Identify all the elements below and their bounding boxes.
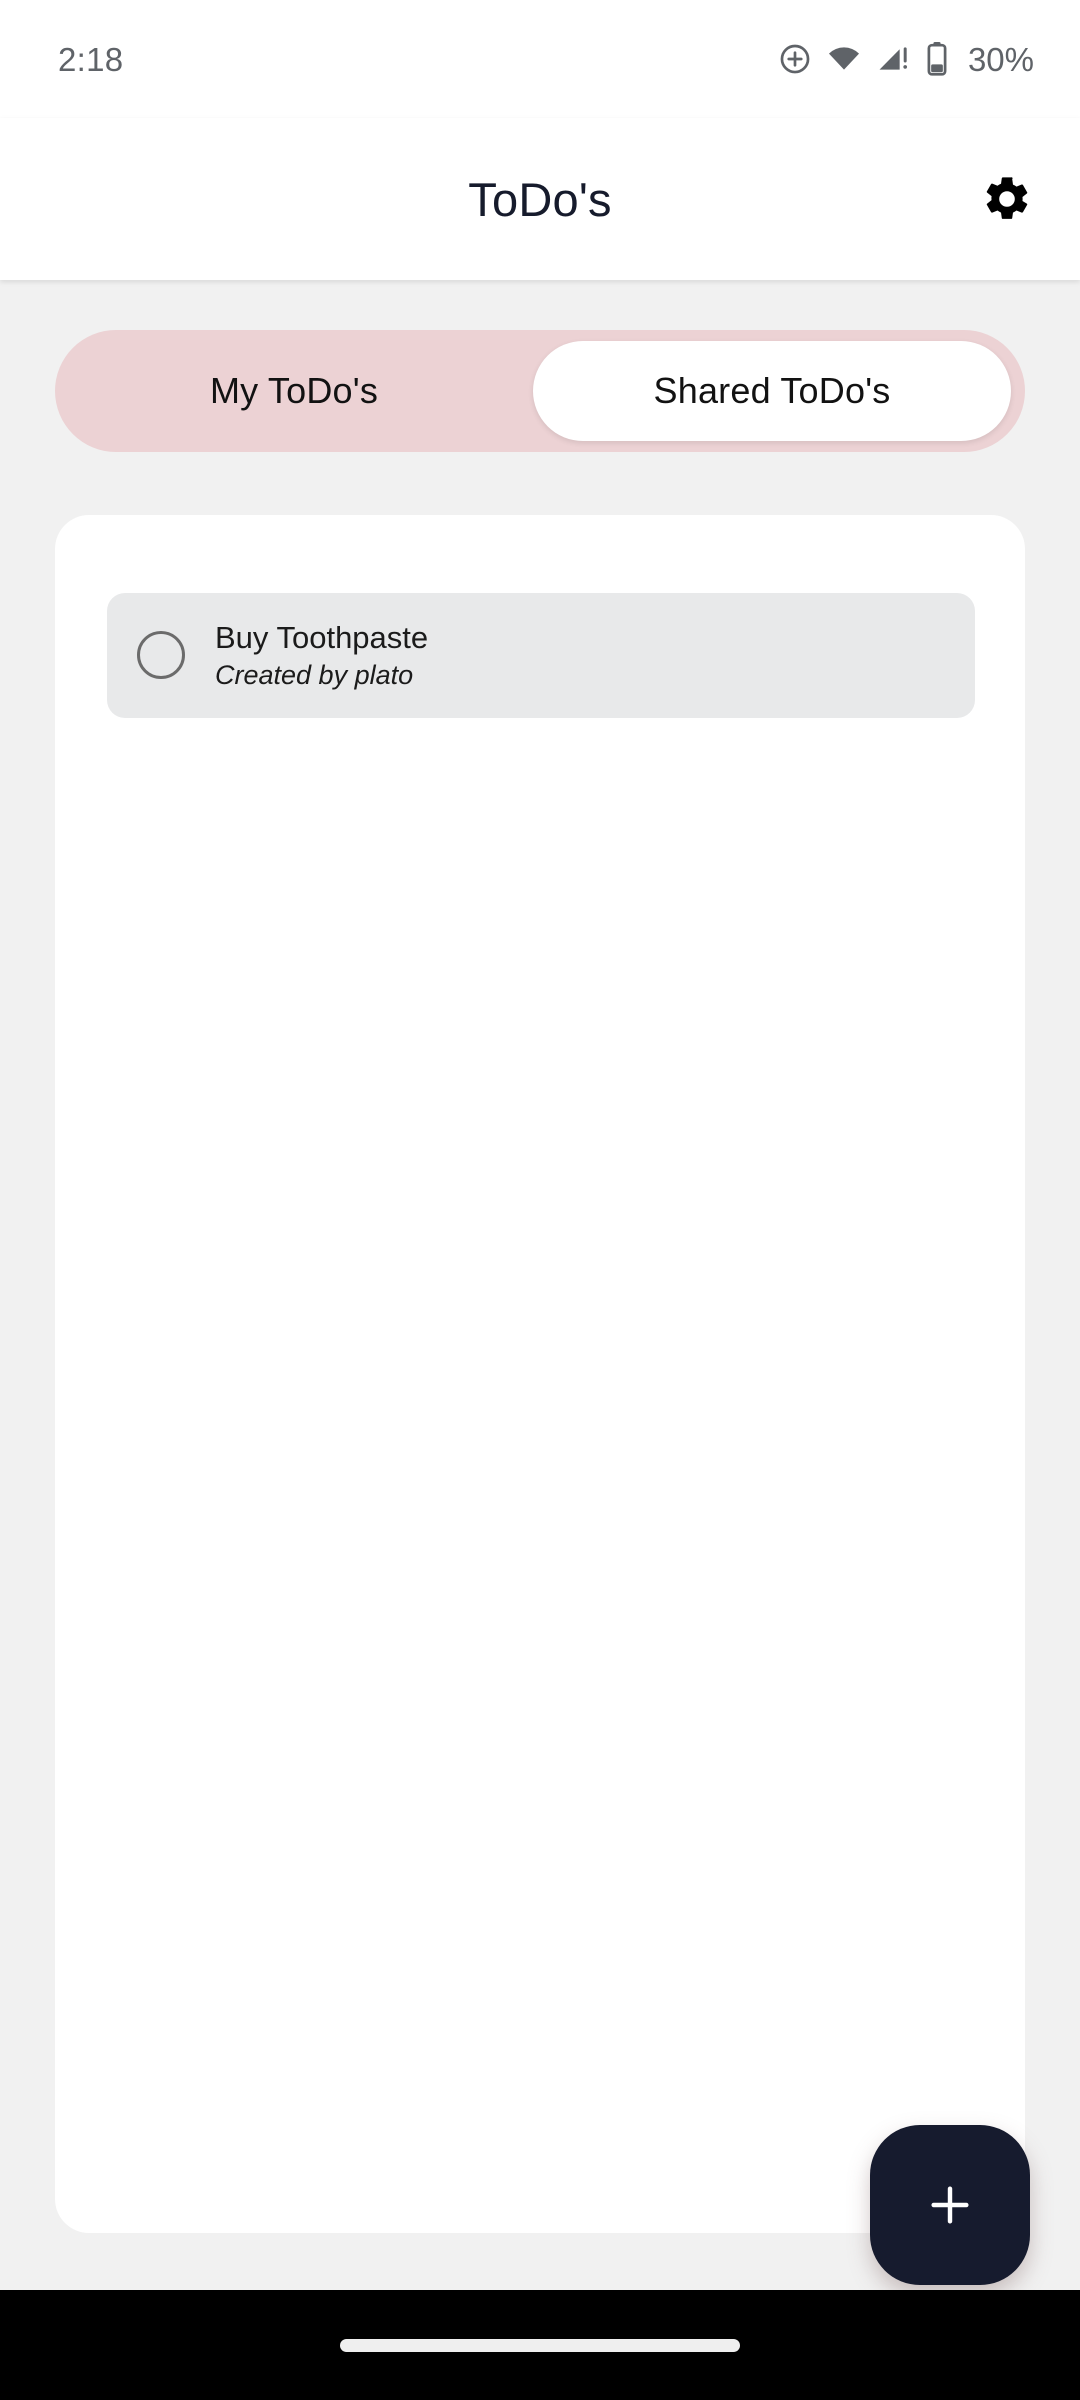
todo-creator: Created by plato (215, 659, 414, 690)
plus-icon (922, 2177, 978, 2233)
tab-my-todos[interactable]: My ToDo's (55, 330, 533, 452)
status-bar-time: 2:18 (58, 40, 124, 78)
phone-screen: 2:18 30% ToDo's My ToDo's Shared ToDo's … (0, 0, 1080, 2400)
page-title: ToDo's (468, 172, 612, 226)
todo-list-card: Buy Toothpaste Created by plato (55, 515, 1025, 2233)
list-item[interactable]: Buy Toothpaste Created by plato (107, 593, 975, 718)
tab-shared-todos[interactable]: Shared ToDo's (533, 341, 1011, 441)
add-todo-button[interactable] (870, 2125, 1030, 2285)
gear-icon (981, 173, 1033, 225)
todo-title: Buy Toothpaste (215, 620, 429, 655)
cellular-signal-warning-icon (876, 42, 910, 76)
battery-percentage: 30% (967, 40, 1034, 78)
data-saver-icon (778, 42, 812, 76)
app-bar: ToDo's (0, 118, 1080, 280)
settings-button[interactable] (964, 156, 1050, 242)
todo-checkbox[interactable] (137, 631, 185, 680)
status-bar-icons: 30% (778, 41, 1034, 77)
todo-list: Buy Toothpaste Created by plato (55, 515, 1025, 718)
wifi-icon (826, 42, 862, 76)
status-bar: 2:18 30% (0, 0, 1080, 118)
tab-switcher: My ToDo's Shared ToDo's (55, 330, 1025, 452)
gesture-handle[interactable] (340, 2338, 740, 2352)
system-navigation-bar (0, 2290, 1080, 2400)
battery-icon (924, 41, 950, 77)
todo-text-group: Buy Toothpaste Created by plato (215, 619, 428, 692)
